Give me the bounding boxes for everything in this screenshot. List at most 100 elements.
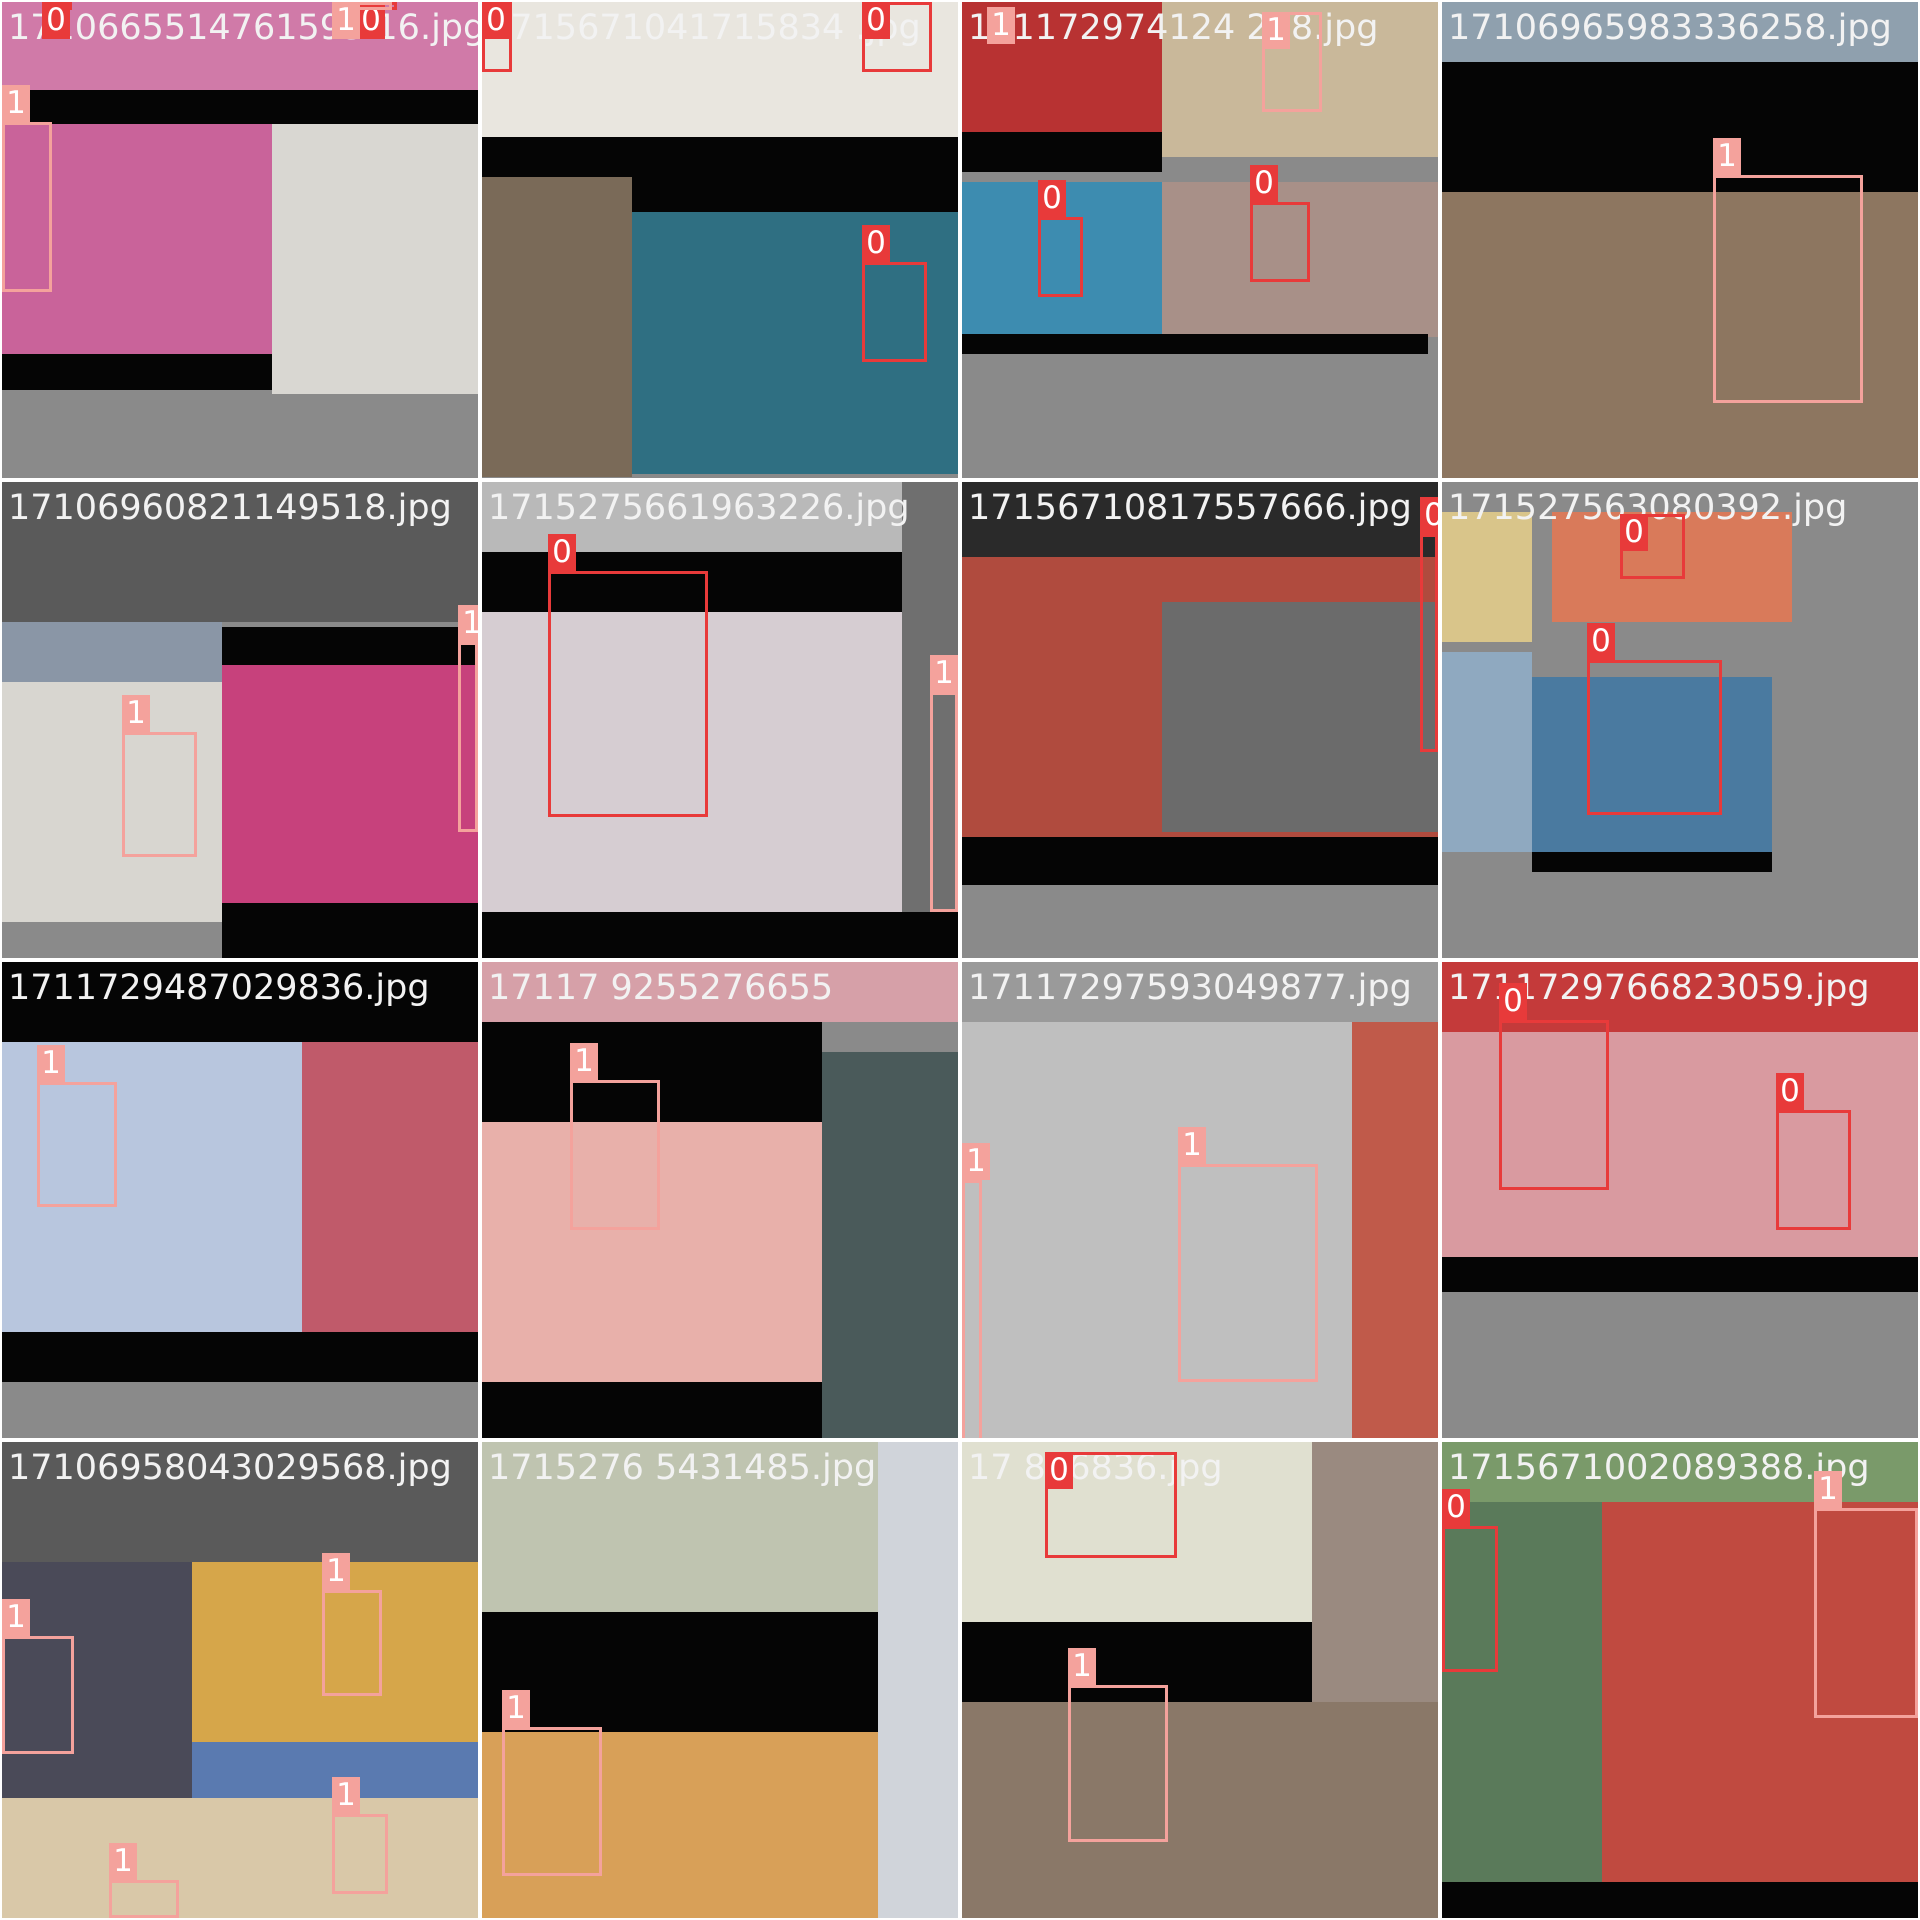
tile-filename: 17106965983336258.jpg: [1448, 8, 1892, 48]
bounding-box: 1: [1068, 1648, 1168, 1842]
bounding-box: 1: [987, 7, 1015, 44]
tile-filename: 17106958043029568.jpg: [8, 1448, 452, 1488]
image-region: [2, 90, 478, 124]
bounding-box: 1: [332, 2, 392, 39]
bounding-box: 1: [2, 1599, 74, 1754]
tile-filename: 17117297593049877.jpg: [968, 968, 1412, 1008]
image-region: [2, 1332, 478, 1382]
tile-filename: 1711729487029836.jpg: [8, 968, 430, 1008]
mosaic-tile: 1715275661963226.jpg 0 1: [482, 482, 958, 958]
bounding-box: 1: [322, 1553, 382, 1696]
image-region: [482, 1382, 822, 1438]
bounding-box: 0: [1776, 1073, 1851, 1230]
bounding-box: 0: [1250, 165, 1310, 282]
bounding-box: 1: [570, 1043, 660, 1230]
image-region: [1442, 1882, 1918, 1918]
image-region: [1352, 1022, 1438, 1438]
image-region: [482, 137, 958, 177]
class-label: 1: [458, 605, 478, 642]
bounding-box: 1: [930, 655, 958, 912]
class-label: 1: [332, 2, 360, 39]
image-region: [1532, 852, 1772, 872]
class-label: 0: [42, 2, 70, 39]
class-label: 1: [332, 1777, 360, 1814]
image-region: [482, 912, 958, 958]
mosaic-tile: 17156710817557666.jpg 0: [962, 482, 1438, 958]
image-region: [302, 1042, 478, 1332]
class-label: 1: [987, 7, 1015, 44]
class-label: 0: [1420, 497, 1438, 534]
class-label: 1: [37, 1045, 65, 1082]
class-label: 1: [1814, 1471, 1842, 1508]
tile-filename: 1715671041715834 .jpg: [488, 8, 921, 48]
image-region: [1442, 62, 1918, 192]
mosaic-tile: 17117 9255276655 1: [482, 962, 958, 1438]
mosaic-tile: 17117297593049877.jpg 1 1: [962, 962, 1438, 1438]
class-label: 1: [322, 1553, 350, 1590]
class-label: 1: [1068, 1648, 1096, 1685]
bounding-box: 0: [862, 2, 932, 72]
class-label: 1: [570, 1043, 598, 1080]
mosaic-tile: 1715671041715834 .jpg 0 0 0: [482, 2, 958, 478]
mosaic-tile: 1715671002089388.jpg 0 1: [1442, 1442, 1918, 1918]
bounding-box: 1: [2, 85, 52, 292]
tile-filename: 17117 9255276655: [488, 968, 834, 1008]
image-region: [962, 1702, 1438, 1918]
image-region: [482, 1612, 878, 1732]
image-region: [878, 1442, 958, 1918]
image-region: [2, 354, 272, 390]
bounding-box: 1: [109, 1843, 179, 1918]
class-label: 0: [1045, 1452, 1073, 1489]
mosaic-tile: 1711729487029836.jpg 1: [2, 962, 478, 1438]
class-label: 0: [1620, 514, 1648, 551]
bounding-box: 0: [482, 2, 512, 72]
bounding-box: 0: [1442, 1489, 1498, 1672]
image-region: [2, 622, 222, 682]
class-label: 1: [2, 1599, 30, 1636]
image-region: [222, 665, 478, 903]
bounding-box: 1: [1178, 1127, 1318, 1382]
bounding-box: 1: [122, 695, 197, 857]
mosaic-tile: 1711729766823059.jpg 0 0: [1442, 962, 1918, 1438]
mosaic-tile: 171172974124 258.jpg 1 1 0 0: [962, 2, 1438, 478]
class-label: 1: [930, 655, 958, 692]
bounding-box: 1: [502, 1690, 602, 1876]
class-label: 0: [548, 534, 576, 571]
bounding-box: 1: [37, 1045, 117, 1207]
mosaic-tile: 17106958043029568.jpg 1 1 1 1: [2, 1442, 478, 1918]
image-region: [1442, 1257, 1918, 1292]
class-label: 1: [1178, 1127, 1206, 1164]
image-region: [222, 903, 478, 958]
class-label: 0: [482, 2, 510, 39]
tile-filename: 1715275661963226.jpg: [488, 488, 910, 528]
image-region: [822, 1052, 958, 1438]
tile-filename: 1710665514761593 16.jpg: [8, 8, 478, 48]
image-region: [272, 124, 478, 394]
class-label: 1: [962, 1143, 990, 1180]
tile-filename: 1715276 5431485.jpg: [488, 1448, 877, 1488]
image-region: [962, 334, 1428, 354]
image-region: [222, 627, 478, 665]
bounding-box: 0: [548, 534, 708, 817]
mosaic-tile: 171527563080392.jpg 0 0: [1442, 482, 1918, 958]
image-region: [632, 177, 958, 212]
class-label: 0: [1442, 1489, 1470, 1526]
mosaic-tile: 17106965983336258.jpg 1: [1442, 2, 1918, 478]
class-label: 1: [1713, 138, 1741, 175]
bounding-box: 1: [962, 1143, 990, 1438]
bounding-box: 1: [1814, 1471, 1918, 1718]
bounding-box: 1: [458, 605, 478, 832]
class-label: 1: [2, 85, 30, 122]
tile-filename: 1715671002089388.jpg: [1448, 1448, 1870, 1488]
class-label: 0: [1250, 165, 1278, 202]
image-region: [1312, 1442, 1438, 1702]
bounding-box: 0: [42, 2, 72, 39]
class-label: 1: [122, 695, 150, 732]
class-label: 0: [1038, 180, 1066, 217]
class-label: 1: [502, 1690, 530, 1727]
image-region: [962, 837, 1438, 885]
mosaic-tile: 1715276 5431485.jpg 1: [482, 1442, 958, 1918]
class-label: 0: [1587, 623, 1615, 660]
bounding-box: 1: [332, 1777, 388, 1894]
class-label: 1: [109, 1843, 137, 1880]
